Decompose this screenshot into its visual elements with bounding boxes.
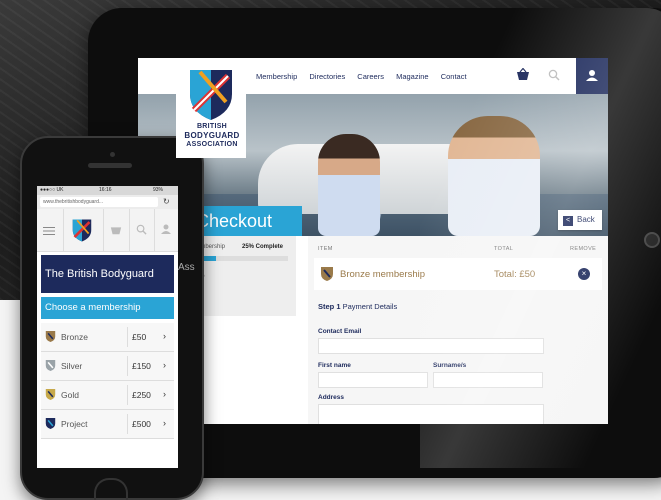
nav-membership[interactable]: Membership [256, 72, 297, 81]
chevron-right-icon: › [163, 418, 166, 428]
row-divider [127, 385, 128, 405]
surname-input[interactable] [433, 372, 543, 388]
shield-logo-icon [190, 70, 232, 120]
browser-bar: www.thebritishbodyguard... ↻ [37, 195, 178, 209]
cart-item-name: Bronze membership [340, 269, 426, 280]
user-icon [586, 70, 598, 81]
chevron-right-icon: › [163, 331, 166, 341]
membership-row-bronze[interactable]: Bronze £50 › [41, 323, 174, 352]
hero-person-right [448, 116, 540, 236]
search-icon [136, 224, 147, 235]
menu-button[interactable] [37, 209, 64, 251]
contact-email-label: Contact Email [318, 328, 362, 335]
user-icon [161, 224, 171, 234]
project-shield-icon [45, 418, 56, 429]
progress-panel: Membership 25% Complete 1 5 [192, 236, 296, 316]
progress-bar [192, 256, 288, 261]
row-divider [127, 414, 128, 434]
address-label: Address [318, 394, 345, 401]
mobile-search[interactable] [129, 209, 155, 251]
chevron-left-icon: < [563, 216, 573, 226]
mobile-page-title: The British Bodyguard [41, 255, 174, 293]
chevron-right-icon: › [163, 360, 166, 370]
phone-home-button [94, 478, 128, 500]
bronze-shield-icon [321, 267, 333, 281]
address-input[interactable] [318, 404, 544, 424]
title-overflow-text: Ass [178, 262, 195, 273]
tablet-screen: Membership Directories Careers Magazine … [138, 58, 608, 424]
membership-name: Bronze [61, 332, 88, 342]
checkout-heading: Checkout [192, 206, 302, 236]
membership-name: Gold [61, 390, 79, 400]
membership-row-silver[interactable]: Silver £150 › [41, 352, 174, 381]
bronze-shield-icon [45, 331, 56, 342]
nav-careers[interactable]: Careers [357, 72, 384, 81]
logo-line-3: ASSOCIATION [186, 141, 238, 148]
phone-speaker [88, 163, 132, 168]
contact-email-input[interactable] [318, 338, 544, 354]
search-icon[interactable] [548, 69, 560, 81]
remove-button[interactable]: × [578, 268, 590, 280]
cart-item-total: Total: £50 [494, 269, 536, 280]
back-label: Back [577, 215, 595, 224]
status-bar: ●●●○○ UK 16:16 93% [37, 186, 178, 195]
phone-camera [110, 152, 115, 157]
back-button[interactable]: < Back [558, 210, 602, 230]
mobile-logo[interactable] [63, 209, 104, 251]
basket-icon[interactable] [516, 68, 530, 82]
membership-name: Silver [61, 361, 83, 371]
choose-membership-heading: Choose a membership [41, 297, 174, 319]
first-name-label: First name [318, 362, 351, 369]
basket-icon [110, 227, 122, 235]
logo-line-2: BODYGUARD [184, 131, 240, 140]
col-item: ITEM [318, 246, 333, 252]
chevron-right-icon: › [163, 389, 166, 399]
row-divider [127, 327, 128, 347]
membership-price: £250 [132, 390, 151, 400]
progress-percent: 25% Complete [242, 244, 284, 250]
membership-price: £150 [132, 361, 151, 371]
checkout-form: ITEM TOTAL REMOVE Bronze membership Tota… [308, 236, 608, 424]
mobile-account[interactable] [154, 209, 178, 251]
shield-logo-icon [72, 219, 92, 242]
step-heading: Step 1 Payment Details [318, 302, 398, 311]
membership-price: £500 [132, 419, 151, 429]
close-icon: × [581, 269, 587, 278]
main-nav: Membership Directories Careers Magazine … [256, 72, 477, 81]
reload-icon[interactable]: ↻ [163, 197, 170, 207]
cart-item-row: Bronze membership Total: £50 × [314, 258, 602, 290]
first-name-input[interactable] [318, 372, 428, 388]
logo-line-1: BRITISH [196, 123, 228, 130]
membership-row-project[interactable]: Project £500 › [41, 410, 174, 439]
membership-row-gold[interactable]: Gold £250 › [41, 381, 174, 410]
logo-wordmark: BRITISH BODYGUARD ASSOCIATION [174, 122, 250, 149]
carrier: ●●●○○ UK [40, 187, 64, 193]
phone-screen: ●●●○○ UK 16:16 93% www.thebritishbodygua… [37, 186, 178, 468]
col-remove: REMOVE [570, 246, 597, 252]
site-logo[interactable]: BRITISH BODYGUARD ASSOCIATION [176, 66, 246, 158]
url-field[interactable]: www.thebritishbodyguard... [40, 197, 158, 207]
membership-price: £50 [132, 332, 147, 342]
hamburger-icon [43, 227, 55, 235]
nav-contact[interactable]: Contact [441, 72, 467, 81]
mobile-nav [37, 209, 178, 252]
clock: 16:16 [99, 187, 112, 193]
tablet-camera [644, 232, 660, 248]
surname-label: Surname/s [433, 362, 467, 369]
hero-person-left [318, 134, 380, 236]
gold-shield-icon [45, 389, 56, 400]
nav-directories[interactable]: Directories [309, 72, 345, 81]
col-total: TOTAL [494, 246, 514, 252]
mobile-basket[interactable] [103, 209, 130, 251]
membership-name: Project [61, 419, 88, 429]
row-divider [127, 356, 128, 376]
battery: 93% [153, 187, 164, 193]
account-button[interactable] [576, 58, 608, 94]
silver-shield-icon [45, 360, 56, 371]
nav-magazine[interactable]: Magazine [396, 72, 429, 81]
